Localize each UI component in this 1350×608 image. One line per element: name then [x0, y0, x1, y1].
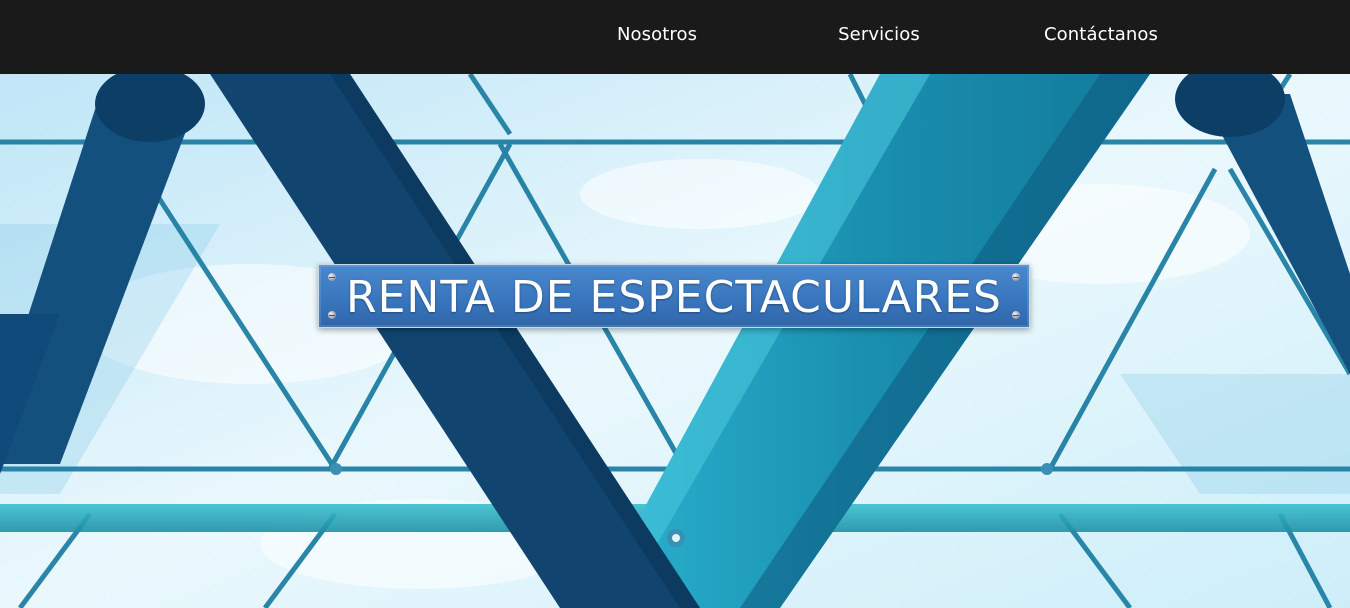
- nav-link-servicios[interactable]: Servicios: [838, 24, 920, 45]
- hero-background-image: [0, 74, 1350, 608]
- top-navigation-bar: Nosotros Servicios Contáctanos: [0, 0, 1350, 74]
- hero-title: RENTA DE ESPECTACULARES: [346, 272, 1002, 323]
- hero-title-plate: RENTA DE ESPECTACULARES: [318, 264, 1030, 328]
- hero-banner: [0, 74, 1350, 608]
- nav-link-contactanos[interactable]: Contáctanos: [1044, 24, 1158, 45]
- nav-link-nosotros[interactable]: Nosotros: [617, 24, 697, 45]
